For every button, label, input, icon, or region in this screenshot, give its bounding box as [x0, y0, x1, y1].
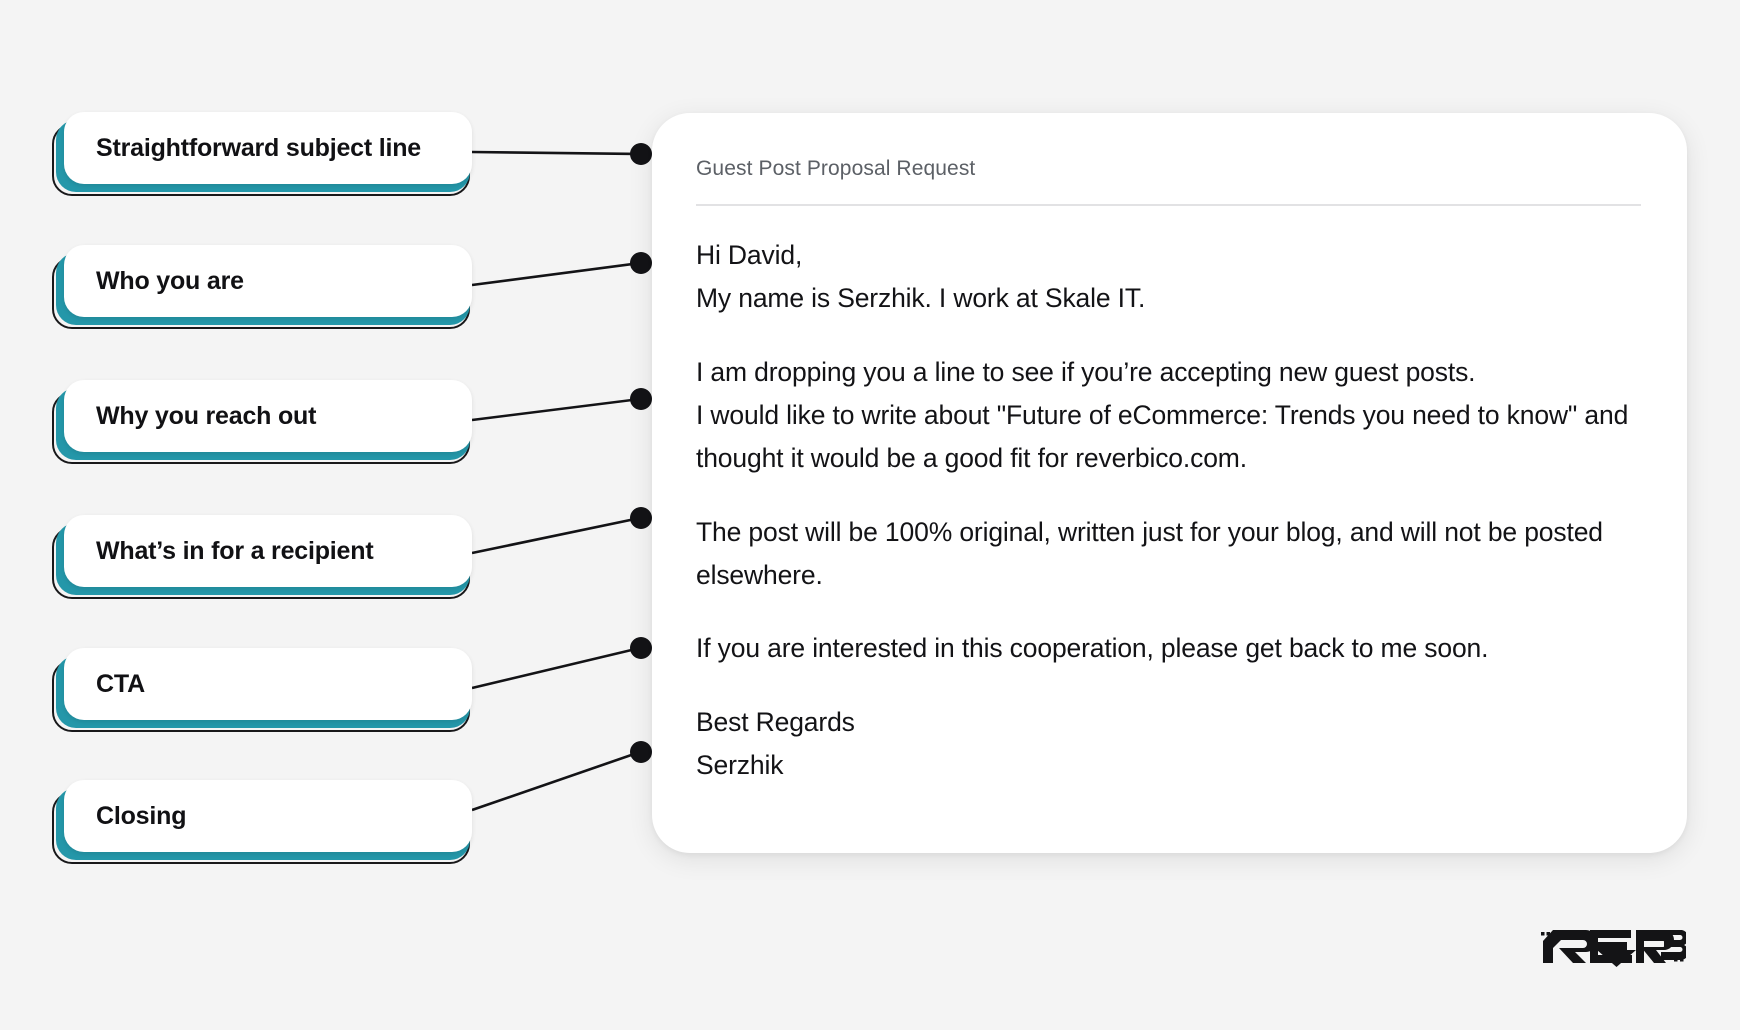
email-paragraph-pitch: I am dropping you a line to see if you’r…	[696, 356, 1629, 473]
card-face: CTA	[64, 648, 472, 720]
infographic-canvas: Straightforward subject line Who you are…	[0, 0, 1740, 1030]
card-face: Straightforward subject line	[64, 112, 472, 184]
annotation-card-closing[interactable]: Closing	[52, 780, 472, 866]
email-paragraph-cta: If you are interested in this cooperatio…	[696, 633, 1489, 664]
connector-line-subject-line	[471, 150, 641, 156]
email-preview-panel: Guest Post Proposal Request Hi David, My …	[652, 113, 1687, 853]
annotation-card-subject-line[interactable]: Straightforward subject line	[52, 112, 472, 198]
annotation-card-why-reach-out[interactable]: Why you reach out	[52, 380, 472, 466]
connector-dot-cta	[630, 637, 652, 659]
card-face: Closing	[64, 780, 472, 852]
connector-line-cta	[471, 646, 641, 690]
email-subject-line: Guest Post Proposal Request	[696, 157, 976, 180]
annotation-card-label: Closing	[96, 801, 187, 830]
annotation-card-who-you-are[interactable]: Who you are	[52, 245, 472, 331]
connector-dot-closing	[630, 741, 652, 763]
reverb-logo	[1541, 930, 1686, 967]
connector-dot-who-you-are	[630, 252, 652, 274]
email-paragraph-signature: Best Regards Serzhik	[696, 707, 855, 781]
connector-line-closing	[471, 750, 641, 812]
email-paragraph-greeting: Hi David, My name is Serzhik. I work at S…	[696, 240, 1146, 313]
annotation-card-label: What’s in for a recipient	[96, 536, 374, 565]
annotation-card-label: CTA	[96, 669, 145, 698]
connector-dot-why-reach-out	[630, 388, 652, 410]
annotation-card-whats-in-for-recipient[interactable]: What’s in for a recipient	[52, 515, 472, 601]
annotation-card-label: Straightforward subject line	[96, 133, 422, 162]
connector-line-whats-in	[471, 516, 641, 555]
connector-dot-whats-in	[630, 507, 652, 529]
email-body: Hi David, My name is Serzhik. I work at S…	[696, 234, 1641, 787]
card-face: Why you reach out	[64, 380, 472, 452]
annotation-card-label: Why you reach out	[96, 401, 317, 430]
connector-dot-subject-line	[630, 143, 652, 165]
annotation-card-label: Who you are	[96, 266, 244, 295]
email-paragraph-originality: The post will be 100% original, written …	[696, 516, 1603, 590]
subject-divider	[696, 204, 1641, 206]
card-face: Who you are	[64, 245, 472, 317]
connector-line-who-you-are	[471, 261, 641, 287]
connector-line-why-reach-out	[471, 397, 641, 422]
annotation-card-cta[interactable]: CTA	[52, 648, 472, 734]
card-face: What’s in for a recipient	[64, 515, 472, 587]
